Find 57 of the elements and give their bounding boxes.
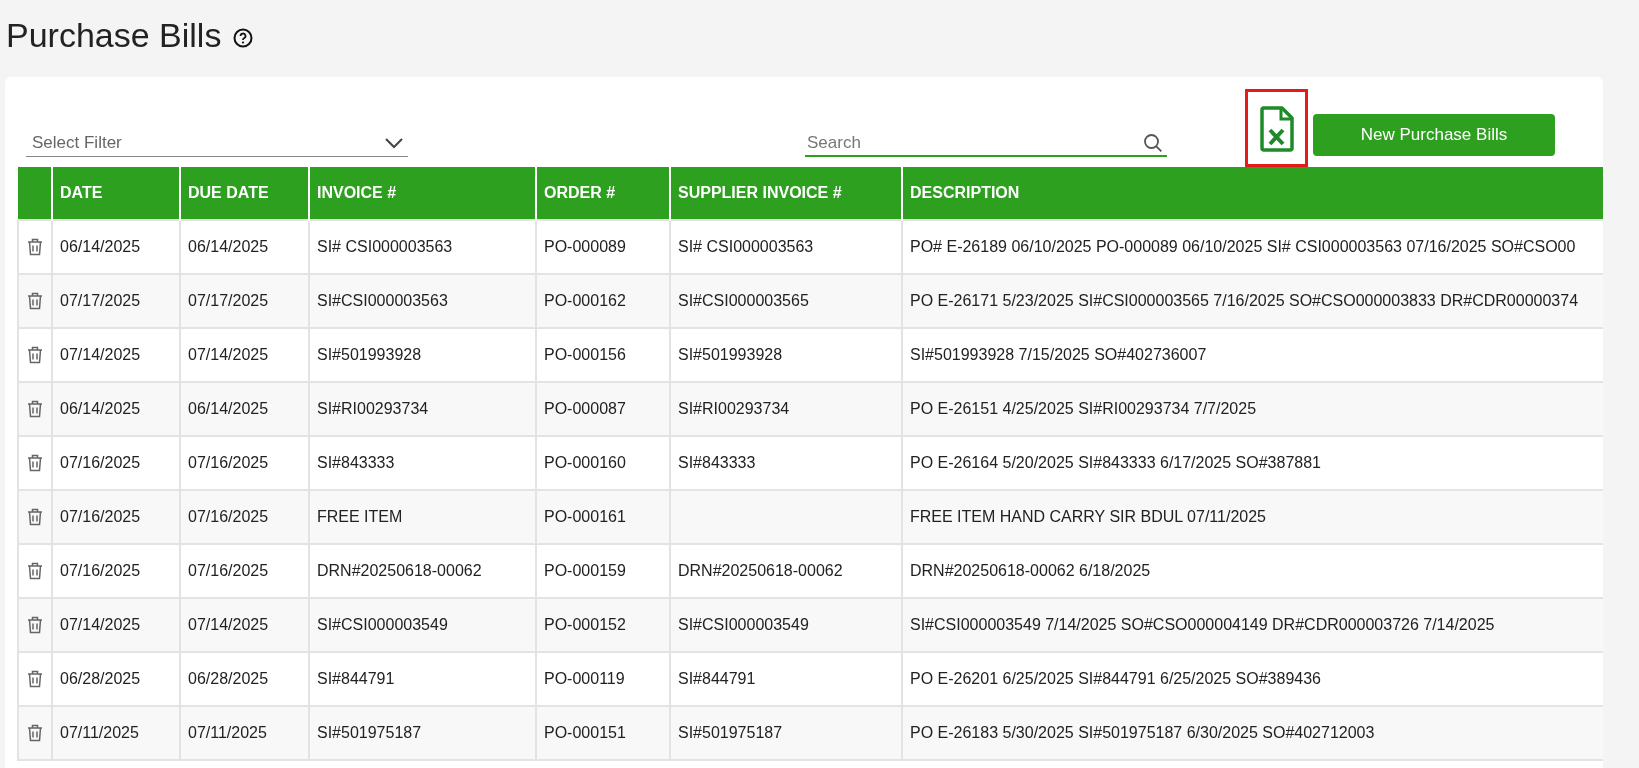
page-title: Purchase Bills bbox=[6, 15, 222, 55]
trash-icon[interactable] bbox=[27, 346, 43, 365]
table-cell: SI# CSI000003563 bbox=[670, 220, 902, 274]
table-cell: FREE ITEM HAND CARRY SIR BDUL 07/11/2025 bbox=[902, 490, 1603, 544]
table-cell: PO-000162 bbox=[536, 274, 670, 328]
table-cell: PO-000151 bbox=[536, 706, 670, 760]
table-cell: SI#CSI000003549 bbox=[309, 598, 536, 652]
trash-icon[interactable] bbox=[27, 400, 43, 419]
chevron-down-icon bbox=[384, 137, 404, 149]
table-cell: SI#RI00293734 bbox=[670, 382, 902, 436]
table-cell: 07/16/2025 bbox=[52, 490, 180, 544]
table-cell: SI# CSI000003563 bbox=[309, 220, 536, 274]
column-header[interactable]: SUPPLIER INVOICE # bbox=[670, 167, 902, 220]
column-header[interactable]: DATE bbox=[52, 167, 180, 220]
trash-icon[interactable] bbox=[27, 292, 43, 311]
table-cell: SI#501975187 bbox=[670, 706, 902, 760]
column-header[interactable]: DUE DATE bbox=[180, 167, 309, 220]
table-cell: SI#501975187 bbox=[309, 706, 536, 760]
trash-icon[interactable] bbox=[27, 616, 43, 635]
table-cell: 07/16/2025 bbox=[180, 490, 309, 544]
trash-icon[interactable] bbox=[27, 508, 43, 527]
table-cell: PO E-26183 5/30/2025 SI#501975187 6/30/2025 SO#402712003 bbox=[902, 706, 1603, 760]
column-header[interactable]: INVOICE # bbox=[309, 167, 536, 220]
table-cell: PO# E-26189 06/10/2025 PO-000089 06/10/2025 SI# CSI000003563 07/16/2025 SO#CSO00 bbox=[902, 220, 1603, 274]
table-cell: 07/17/2025 bbox=[52, 274, 180, 328]
table-cell: SI#RI00293734 bbox=[309, 382, 536, 436]
table-cell: 07/11/2025 bbox=[52, 706, 180, 760]
table-cell: PO-000152 bbox=[536, 598, 670, 652]
spreadsheet-file-icon[interactable] bbox=[1259, 104, 1295, 153]
table-cell: PO-000161 bbox=[536, 490, 670, 544]
table-cell: PO E-26171 5/23/2025 SI#CSI000003565 7/16/2025 SO#CSO000003833 DR#CDR00000374 bbox=[902, 274, 1603, 328]
table-cell: 06/14/2025 bbox=[180, 382, 309, 436]
table-cell: 06/14/2025 bbox=[52, 382, 180, 436]
table-cell: SI#CSI000003549 bbox=[670, 598, 902, 652]
filter-dropdown[interactable]: Select Filter bbox=[26, 133, 408, 157]
table-cell: 07/14/2025 bbox=[180, 598, 309, 652]
help-icon[interactable] bbox=[233, 28, 254, 48]
trash-icon[interactable] bbox=[27, 238, 43, 257]
search-field[interactable]: Search bbox=[805, 133, 1167, 157]
table-cell: SI#CSI000003549 7/14/2025 SO#CSO000004149 DR#CDR000003726 7/14/2025 bbox=[902, 598, 1603, 652]
table-cell: SI#CSI000003563 bbox=[309, 274, 536, 328]
trash-icon[interactable] bbox=[27, 562, 43, 581]
table-cell: PO-000087 bbox=[536, 382, 670, 436]
trash-icon[interactable] bbox=[27, 724, 43, 743]
table-cell: 07/17/2025 bbox=[180, 274, 309, 328]
header-cell bbox=[18, 167, 52, 220]
column-header[interactable]: DESCRIPTION bbox=[902, 167, 1603, 220]
table-cell: 07/11/2025 bbox=[180, 706, 309, 760]
table-cell: FREE ITEM bbox=[309, 490, 536, 544]
search-icon bbox=[1143, 133, 1163, 153]
column-header[interactable]: ORDER # bbox=[536, 167, 670, 220]
table-cell: 07/14/2025 bbox=[52, 598, 180, 652]
table-cell: PO E-26151 4/25/2025 SI#RI00293734 7/7/2025 bbox=[902, 382, 1603, 436]
new-purchase-bills-button[interactable]: New Purchase Bills bbox=[1313, 114, 1555, 156]
trash-icon[interactable] bbox=[27, 670, 43, 689]
table-cell: SI#CSI000003565 bbox=[670, 274, 902, 328]
trash-icon[interactable] bbox=[27, 454, 43, 473]
